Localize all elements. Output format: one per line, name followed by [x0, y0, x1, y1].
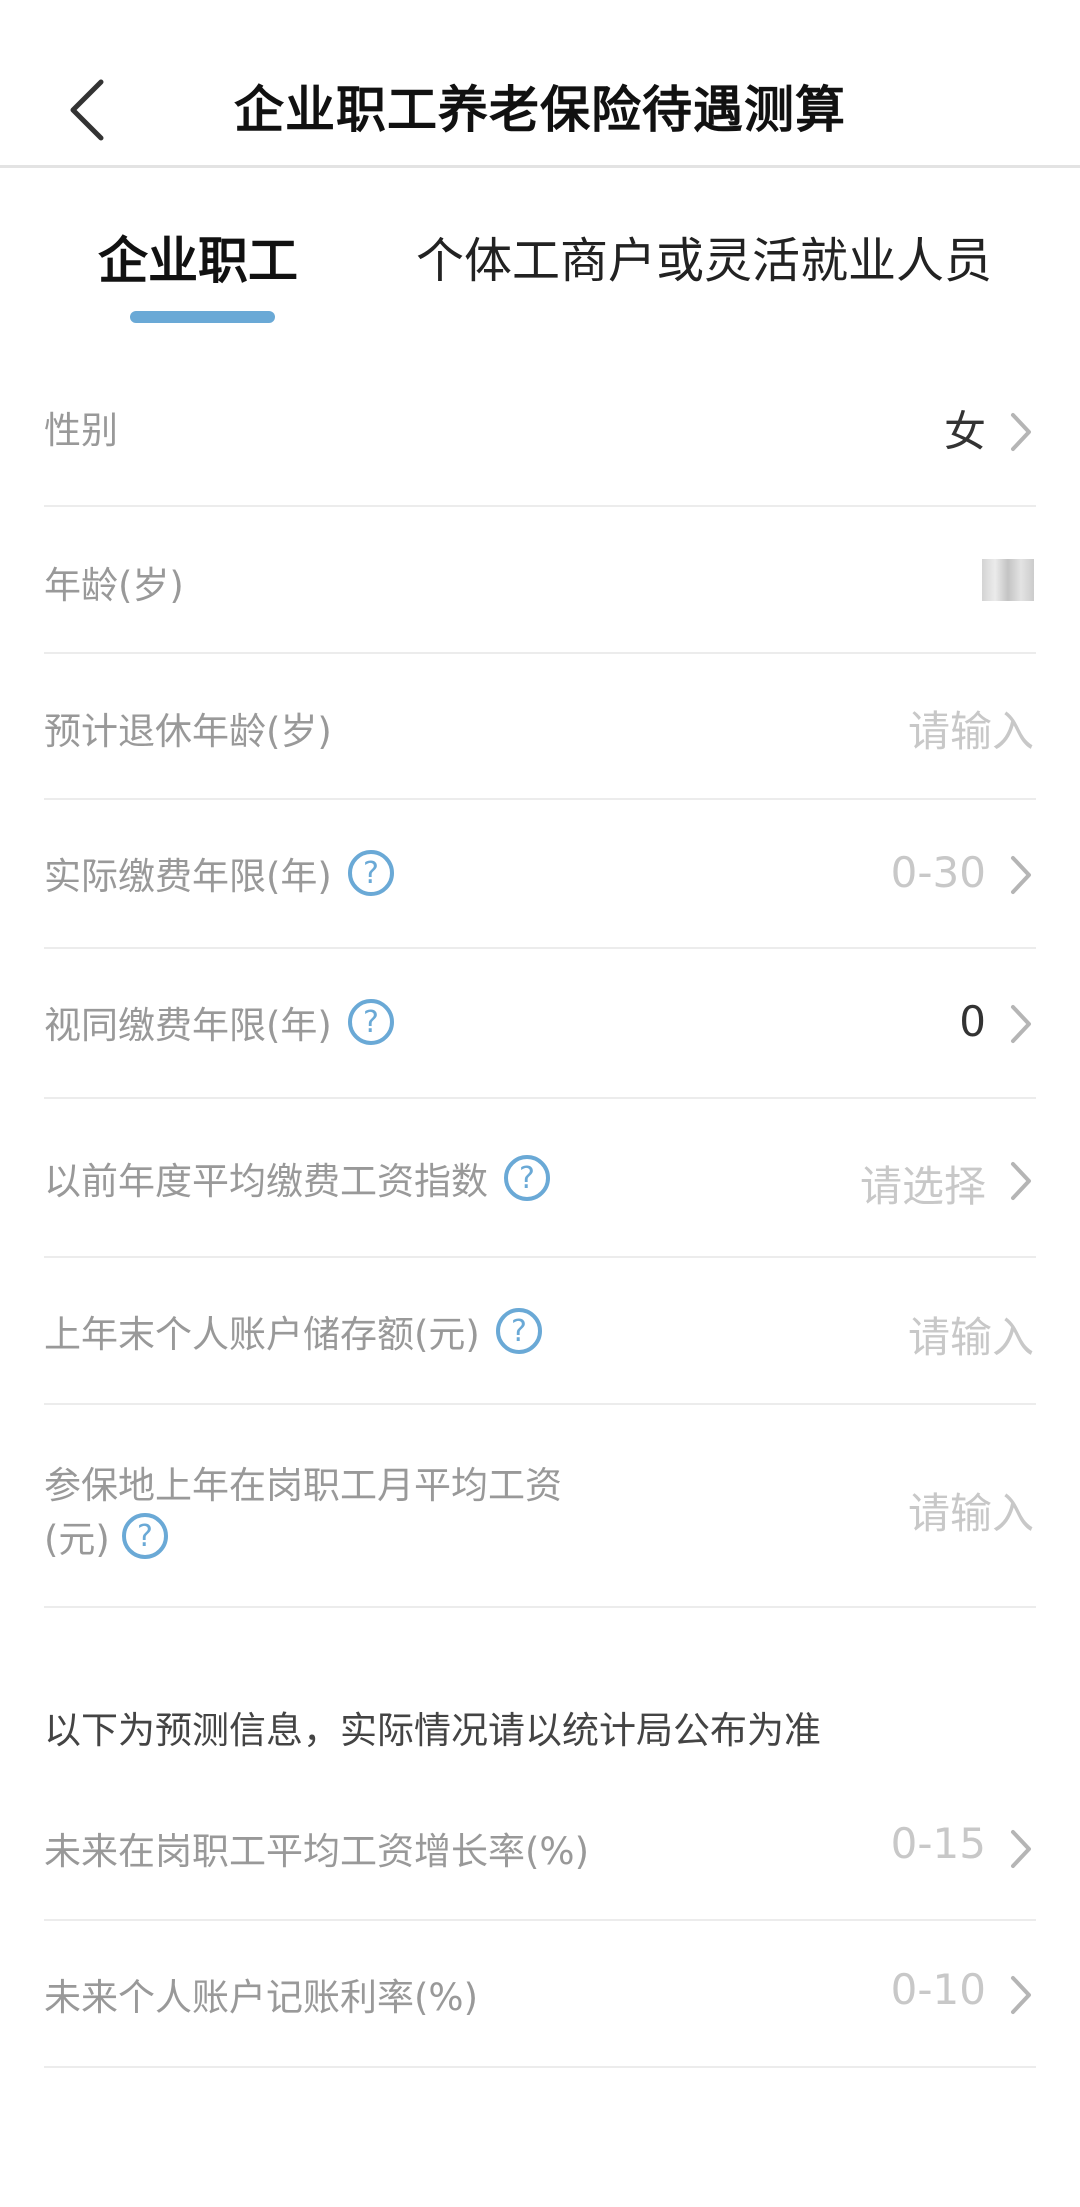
age-row[interactable]: 年龄(岁): [44, 507, 1036, 654]
avg-wage-row[interactable]: 参保地上年在岗职工月平均工资 (元) ? 请输入: [44, 1405, 1036, 1608]
interest-rate-label: 未来个人账户记账利率(%): [44, 1976, 479, 2019]
wage-index-label-text: 以前年度平均缴费工资指数: [44, 1160, 488, 1203]
wage-growth-input[interactable]: 0-15: [891, 1819, 986, 1868]
wage-index-select[interactable]: 请选择: [860, 1153, 986, 1214]
gender-row[interactable]: 性别 女: [44, 350, 1036, 507]
svg-text:?: ?: [511, 1314, 527, 1349]
tab-enterprise-employee[interactable]: 企业职工: [98, 221, 298, 293]
gender-label: 性别: [44, 409, 118, 452]
interest-rate-row[interactable]: 未来个人账户记账利率(%) 0-10: [44, 1921, 1036, 2068]
avg-wage-label-line1: 参保地上年在岗职工月平均工资: [44, 1464, 562, 1507]
account-balance-label-text: 上年末个人账户储存额(元): [44, 1313, 480, 1356]
avg-wage-label-line2-text: (元): [44, 1518, 110, 1561]
actual-years-input[interactable]: 0-30: [891, 848, 986, 897]
forecast-notice: 以下为预测信息，实际情况请以统计局公布为准: [44, 1709, 821, 1752]
help-icon[interactable]: ?: [502, 1153, 552, 1203]
chevron-right-icon: [1011, 856, 1031, 894]
account-balance-input[interactable]: 请输入: [908, 1304, 1034, 1365]
tab-bar: 企业职工 个体工商户或灵活就业人员: [0, 171, 1080, 331]
retire-age-label: 预计退休年龄(岁): [44, 710, 332, 753]
wage-index-row[interactable]: 以前年度平均缴费工资指数 ? 请选择: [44, 1099, 1036, 1258]
svg-text:?: ?: [137, 1519, 153, 1554]
avg-wage-input[interactable]: 请输入: [908, 1480, 1034, 1541]
svg-text:?: ?: [363, 1005, 379, 1040]
chevron-right-icon: [1011, 413, 1031, 451]
actual-years-label: 实际缴费年限(年) ?: [44, 846, 396, 900]
help-icon[interactable]: ?: [494, 1306, 544, 1356]
actual-years-row[interactable]: 实际缴费年限(年) ? 0-30: [44, 800, 1036, 949]
help-icon[interactable]: ?: [120, 1511, 170, 1561]
age-value-redacted: [982, 559, 1034, 601]
svg-text:?: ?: [363, 856, 379, 891]
svg-text:?: ?: [519, 1161, 535, 1196]
age-label: 年龄(岁): [44, 564, 184, 607]
chevron-right-icon: [1011, 1976, 1031, 2014]
avg-wage-label-line2: (元) ?: [44, 1509, 170, 1563]
deemed-years-label: 视同缴费年限(年) ?: [44, 995, 396, 1049]
wage-growth-label: 未来在岗职工平均工资增长率(%): [44, 1830, 590, 1873]
deemed-years-value: 0: [959, 997, 986, 1046]
gender-value: 女: [943, 407, 986, 456]
active-tab-indicator: [130, 311, 275, 323]
interest-rate-input[interactable]: 0-10: [891, 1965, 986, 2014]
retire-age-row[interactable]: 预计退休年龄(岁) 请输入: [44, 654, 1036, 800]
wage-index-label: 以前年度平均缴费工资指数 ?: [44, 1151, 552, 1205]
account-balance-row[interactable]: 上年末个人账户储存额(元) ? 请输入: [44, 1258, 1036, 1405]
help-icon[interactable]: ?: [346, 997, 396, 1047]
tab-self-employed[interactable]: 个体工商户或灵活就业人员: [416, 221, 992, 291]
chevron-right-icon: [1011, 1162, 1031, 1200]
deemed-years-label-text: 视同缴费年限(年): [44, 1004, 332, 1047]
chevron-right-icon: [1011, 1005, 1031, 1043]
actual-years-label-text: 实际缴费年限(年): [44, 855, 332, 898]
wage-growth-row[interactable]: 未来在岗职工平均工资增长率(%) 0-15: [44, 1775, 1036, 1921]
help-icon[interactable]: ?: [346, 848, 396, 898]
account-balance-label: 上年末个人账户储存额(元) ?: [44, 1304, 544, 1358]
retire-age-input[interactable]: 请输入: [908, 698, 1034, 759]
deemed-years-row[interactable]: 视同缴费年限(年) ? 0: [44, 949, 1036, 1099]
chevron-right-icon: [1011, 1830, 1031, 1868]
app-header: 企业职工养老保险待遇测算: [0, 0, 1080, 168]
page-title: 企业职工养老保险待遇测算: [234, 81, 846, 139]
